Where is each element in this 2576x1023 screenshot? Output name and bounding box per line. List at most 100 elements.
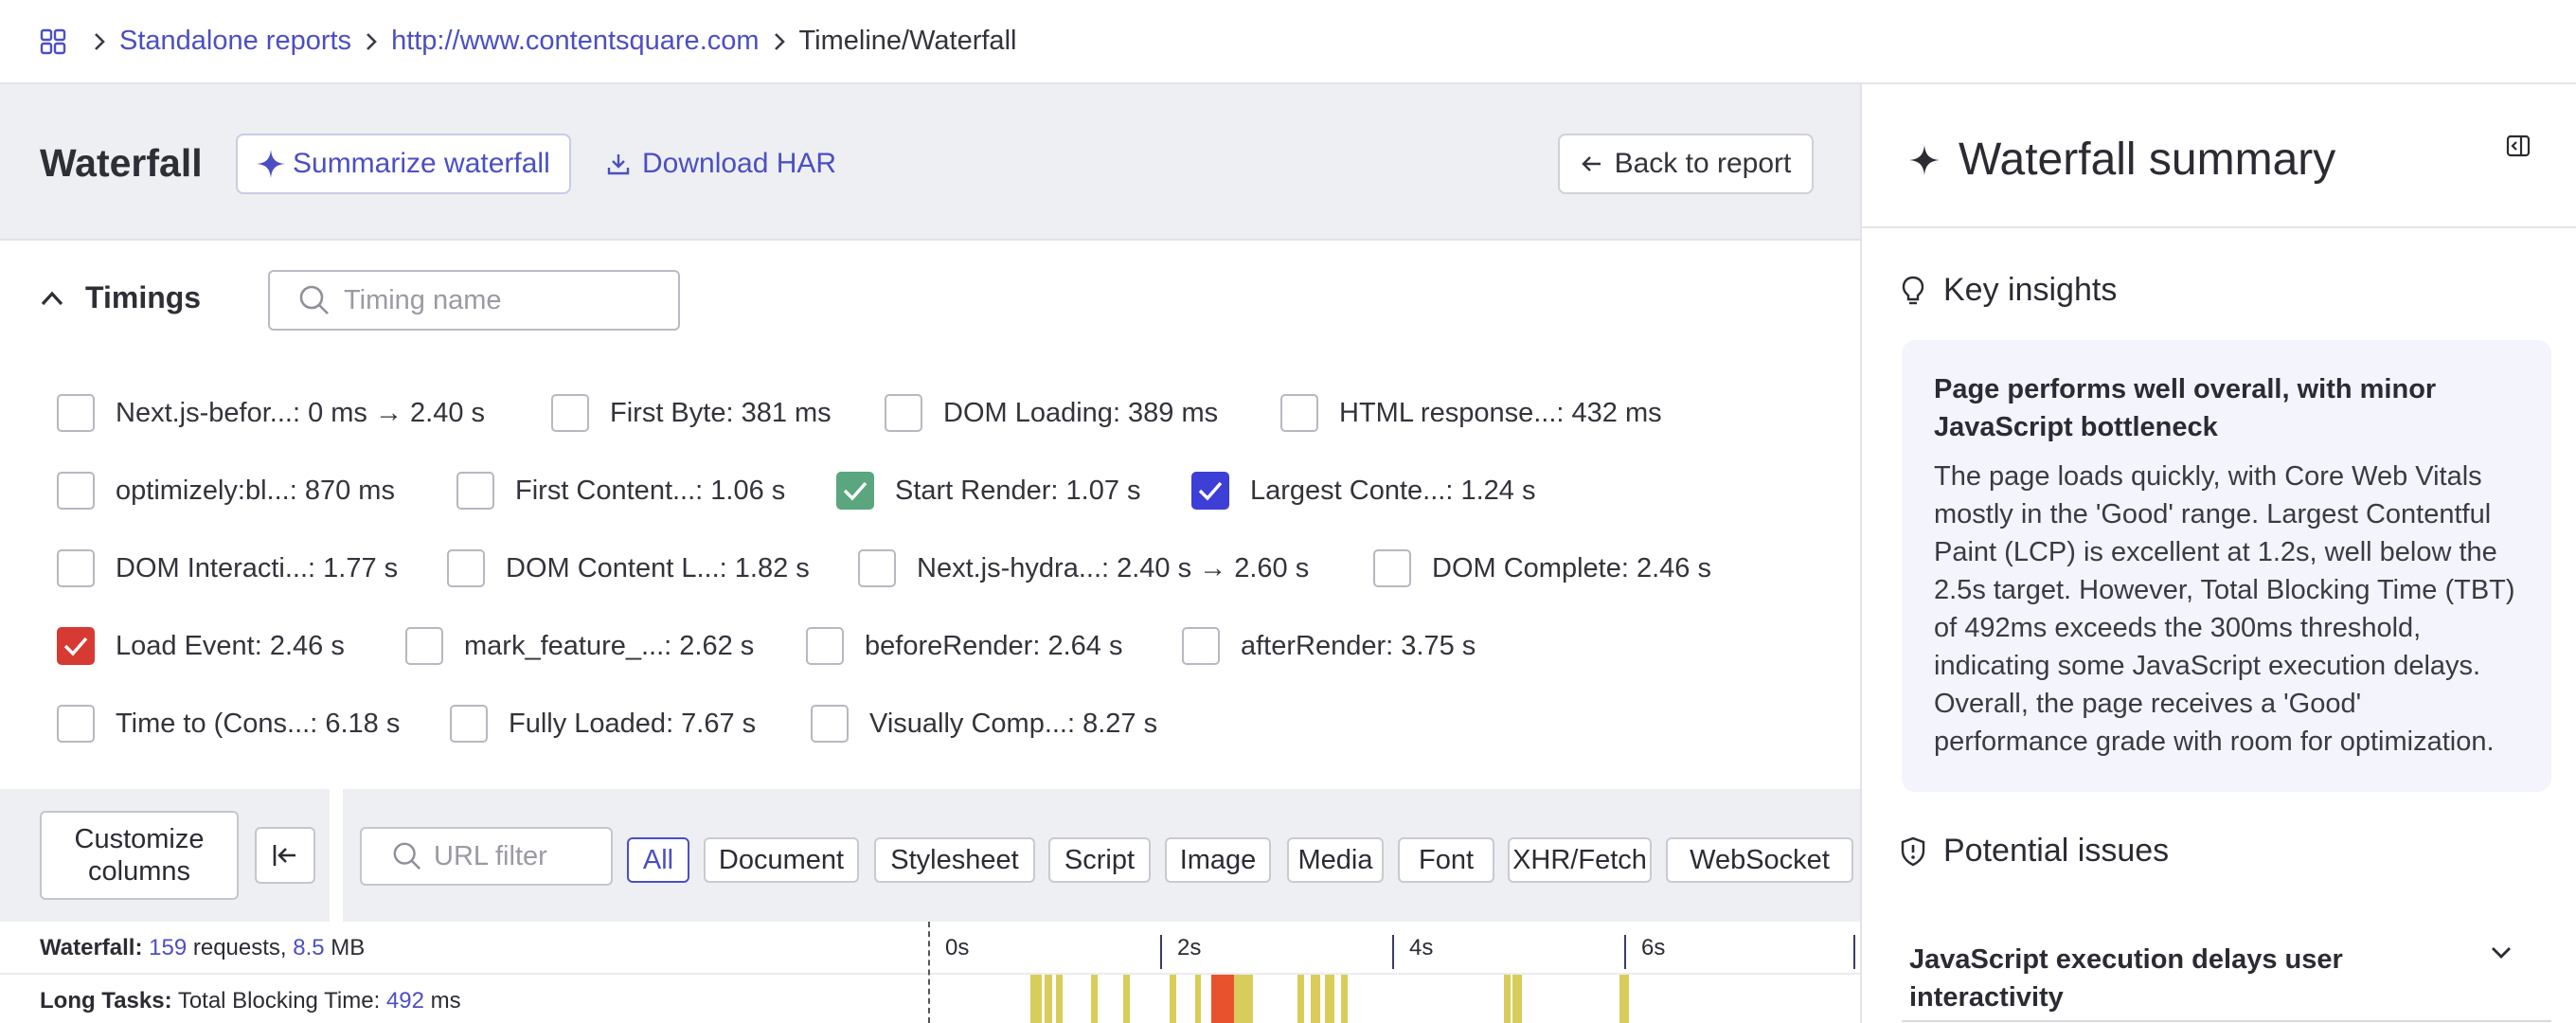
timing-checkbox[interactable] [811, 705, 849, 743]
filter-chip-script[interactable]: Script [1048, 837, 1151, 883]
timing-item[interactable]: Next.js-befor...: 0 ms → 2.40 s [57, 394, 485, 432]
timing-item[interactable]: Fully Loaded: 7.67 s [450, 705, 756, 743]
long-task-bar[interactable] [1512, 975, 1523, 1023]
timing-item[interactable]: HTML response...: 432 ms [1280, 394, 1662, 432]
customize-columns-button[interactable]: Customize columns [40, 811, 239, 900]
long-task-bar[interactable] [1503, 975, 1511, 1023]
issue-item[interactable]: JavaScript execution delays user interac… [1902, 906, 2551, 1022]
filter-chip-image[interactable]: Image [1165, 837, 1271, 883]
long-task-bar[interactable] [1044, 975, 1053, 1023]
long-task-bar[interactable] [1234, 975, 1253, 1023]
timing-checkbox[interactable] [1191, 472, 1229, 510]
tbt-label: Total Blocking Time: [171, 988, 386, 1014]
breadcrumb-standalone-reports[interactable]: Standalone reports [119, 26, 351, 57]
timing-checkbox[interactable] [806, 627, 844, 665]
long-task-bar[interactable] [1090, 975, 1098, 1023]
url-filter-field[interactable] [360, 827, 613, 886]
timeline-tick-label: 2s [1177, 935, 1202, 960]
timing-item[interactable]: DOM Interacti...: 1.77 s [57, 549, 398, 587]
collapse-panel-button[interactable] [2506, 134, 2531, 163]
chevron-up-icon [41, 291, 63, 305]
timing-name: Fully Loaded [509, 708, 667, 739]
timings-title: Timings [85, 280, 202, 314]
download-har-button[interactable]: Download HAR [606, 134, 836, 194]
checkmark-icon [843, 481, 868, 501]
filter-chip-stylesheet[interactable]: Stylesheet [874, 837, 1035, 883]
timing-search-input[interactable] [344, 284, 656, 316]
summary-title: Waterfall summary [1907, 134, 2335, 186]
timing-checkbox[interactable] [551, 394, 589, 432]
tbt-unit: ms [423, 988, 461, 1014]
timing-item[interactable]: Visually Comp...: 8.27 s [811, 705, 1157, 743]
filter-chip-font[interactable]: Font [1398, 837, 1494, 883]
timing-checkbox[interactable] [57, 394, 95, 432]
long-task-bar[interactable] [1311, 975, 1321, 1023]
long-tasks-row: Long Tasks: Total Blocking Time: 492 ms [0, 975, 1860, 1023]
timing-checkbox[interactable] [836, 472, 874, 510]
insight-card: Page performs well overall, with minor J… [1902, 340, 2551, 792]
timing-name: Visually Comp... [869, 708, 1067, 739]
breadcrumb-current-page: Timeline/Waterfall [798, 26, 1017, 56]
long-task-bar[interactable] [1194, 975, 1201, 1023]
timing-checkbox[interactable] [456, 472, 494, 510]
timing-item[interactable]: Next.js-hydra...: 2.40 s → 2.60 s [858, 549, 1309, 587]
timing-item[interactable]: Load Event: 2.46 s [57, 627, 345, 665]
apps-grid-icon[interactable] [40, 28, 66, 55]
back-to-report-button[interactable]: Back to report [1558, 134, 1814, 194]
long-task-bar[interactable] [1210, 975, 1235, 1023]
long-task-bar[interactable] [1055, 975, 1064, 1023]
timing-value: : 6.18 s [310, 708, 401, 739]
timing-item[interactable]: afterRender: 3.75 s [1182, 627, 1476, 665]
timing-checkbox[interactable] [447, 549, 485, 587]
filter-chip-document[interactable]: Document [704, 837, 859, 883]
long-task-bar[interactable] [1122, 975, 1131, 1023]
long-task-bar[interactable] [1297, 975, 1304, 1023]
url-filter-input[interactable] [434, 840, 595, 872]
insight-title: Page performs well overall, with minor J… [1934, 374, 2437, 442]
breadcrumb-site-url[interactable]: http://www.contentsquare.com [391, 26, 759, 57]
summarize-waterfall-button[interactable]: Summarize waterfall [236, 134, 571, 194]
timeline-gridline [1392, 935, 1394, 969]
filter-chip-xhr-fetch[interactable]: XHR/Fetch [1508, 837, 1652, 883]
timing-checkbox[interactable] [57, 705, 95, 743]
timing-value: : 3.75 s [1386, 630, 1476, 661]
filter-chip-all[interactable]: All [627, 837, 689, 883]
timing-name: beforeRender [865, 630, 1033, 661]
timing-item[interactable]: DOM Loading: 389 ms [885, 394, 1218, 432]
timing-checkbox[interactable] [1280, 394, 1318, 432]
long-task-bar[interactable] [1619, 975, 1629, 1023]
timing-checkbox[interactable] [57, 627, 95, 665]
timing-checkbox[interactable] [57, 549, 95, 587]
timing-checkbox[interactable] [1373, 549, 1411, 587]
timing-name: DOM Loading [943, 397, 1113, 428]
timeline-gridline [1624, 935, 1626, 969]
timing-item[interactable]: mark_feature_...: 2.62 s [405, 627, 754, 665]
timing-item[interactable]: Largest Conte...: 1.24 s [1191, 472, 1535, 510]
timing-value: : 2.64 s [1032, 630, 1123, 661]
checkmark-icon [1198, 481, 1223, 501]
timing-checkbox[interactable] [885, 394, 922, 432]
long-task-bar[interactable] [1029, 975, 1043, 1023]
timing-item[interactable]: beforeRender: 2.64 s [806, 627, 1122, 665]
timing-search-field[interactable] [268, 270, 680, 331]
long-task-bar[interactable] [1341, 975, 1349, 1023]
timing-name: optimizely:bl... [116, 475, 290, 506]
filter-chip-websocket[interactable]: WebSocket [1666, 837, 1853, 883]
long-task-bar[interactable] [1169, 975, 1177, 1023]
timing-item[interactable]: Time to (Cons...: 6.18 s [57, 705, 400, 743]
collapse-columns-button[interactable] [255, 827, 315, 884]
long-task-bar[interactable] [1324, 975, 1334, 1023]
timings-toggle[interactable]: Timings [40, 280, 201, 315]
timing-checkbox[interactable] [1182, 627, 1220, 665]
timing-item[interactable]: DOM Content L...: 1.82 s [447, 549, 810, 587]
timing-item[interactable]: First Byte: 381 ms [551, 394, 832, 432]
timing-checkbox[interactable] [57, 472, 95, 510]
timing-checkbox[interactable] [405, 627, 443, 665]
timing-item[interactable]: optimizely:bl...: 870 ms [57, 472, 395, 510]
timing-item[interactable]: First Content...: 1.06 s [456, 472, 785, 510]
timing-item[interactable]: Start Render: 1.07 s [836, 472, 1141, 510]
timing-item[interactable]: DOM Complete: 2.46 s [1373, 549, 1711, 587]
timing-checkbox[interactable] [450, 705, 488, 743]
filter-chip-media[interactable]: Media [1287, 837, 1384, 883]
timing-checkbox[interactable] [858, 549, 896, 587]
